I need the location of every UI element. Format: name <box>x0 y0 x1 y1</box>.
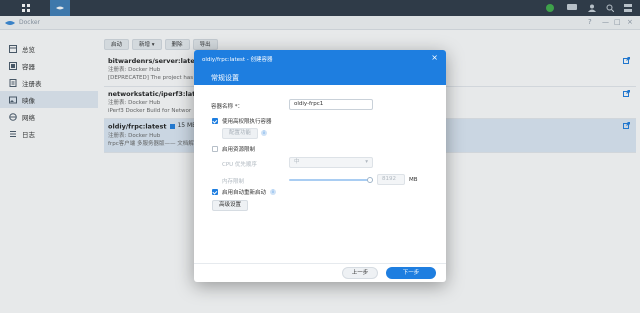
previous-button[interactable]: 上一步 <box>342 267 378 279</box>
resource-limit-checkbox[interactable] <box>212 146 218 152</box>
info-icon[interactable]: i <box>270 189 277 195</box>
dialog-title: 常规设置 <box>211 74 239 82</box>
configure-capabilities-button[interactable]: 配置功能 <box>222 128 259 139</box>
dialog-body: 容器名称 *： oldiy-frpc1 使用高权限执行容器 配置功能 i 启用资… <box>194 85 446 265</box>
chevron-down-icon: ▾ <box>365 159 368 165</box>
container-name-input[interactable]: oldiy-frpc1 <box>289 99 373 110</box>
dialog-header: oldiy/frpc:latest - 创建容器 常规设置 × <box>194 50 446 85</box>
memory-slider-track[interactable] <box>289 179 371 181</box>
cpu-priority-label: CPU 优先顺序 <box>222 162 257 168</box>
auto-restart-checkbox[interactable] <box>212 189 218 195</box>
dialog-footer: 上一步 下一步 <box>194 263 446 282</box>
info-icon[interactable]: i <box>261 130 267 136</box>
memory-unit: MB <box>409 177 418 183</box>
next-button[interactable]: 下一步 <box>386 267 436 279</box>
dialog-close-icon[interactable]: × <box>431 53 438 62</box>
resource-limit-checkbox-row[interactable]: 启用资源限制 <box>212 145 255 153</box>
container-name-label: 容器名称 *： <box>211 104 243 110</box>
memory-slider-handle[interactable] <box>367 177 373 183</box>
privileged-checkbox[interactable] <box>212 118 218 124</box>
auto-restart-label: 启用自动重新启动 <box>222 190 267 196</box>
create-container-dialog: oldiy/frpc:latest - 创建容器 常规设置 × 容器名称 *： … <box>194 50 446 282</box>
dialog-breadcrumb: oldiy/frpc:latest - 创建容器 <box>202 57 273 63</box>
cpu-priority-value: 中 <box>294 159 300 165</box>
privileged-checkbox-row[interactable]: 使用高权限执行容器 <box>212 117 272 125</box>
auto-restart-checkbox-row[interactable]: 启用自动重新启动 i <box>212 188 277 196</box>
advanced-settings-button[interactable]: 高级设置 <box>212 200 249 211</box>
memory-limit-label: 内存限制 <box>222 179 245 185</box>
memory-limit-input[interactable]: 8192 <box>377 174 405 185</box>
cpu-priority-select[interactable]: 中 ▾ <box>289 157 373 168</box>
privileged-label: 使用高权限执行容器 <box>222 119 272 125</box>
resource-limit-label: 启用资源限制 <box>222 147 256 153</box>
